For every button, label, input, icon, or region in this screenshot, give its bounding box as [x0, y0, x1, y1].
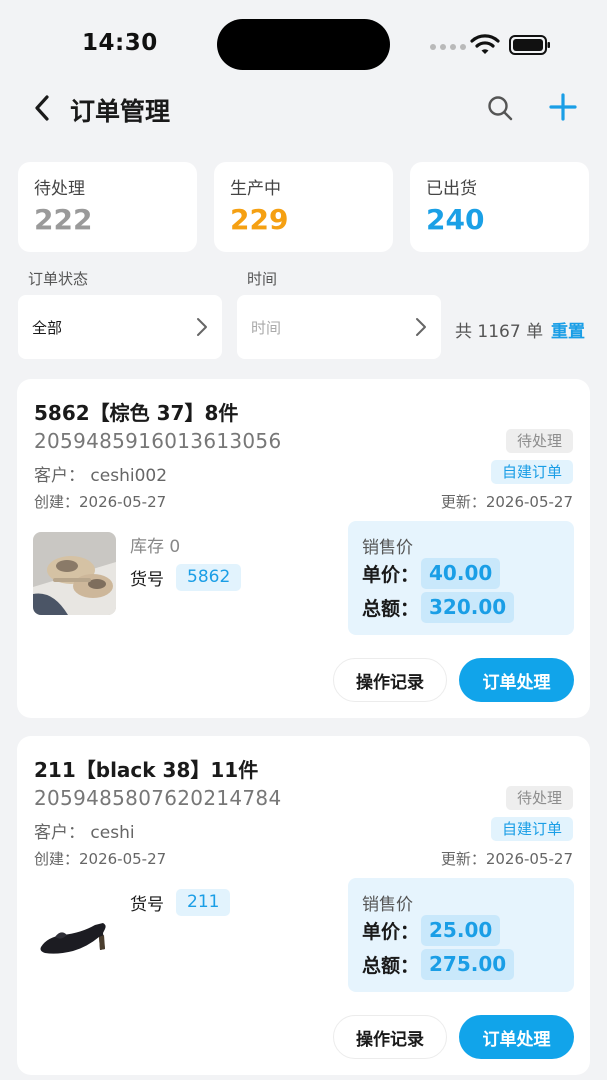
customer-name: 客户： ceshi	[34, 823, 135, 843]
unit-price-label: 单价：	[362, 564, 420, 586]
unit-price-value: 25.00	[421, 915, 501, 946]
product-thumbnail[interactable]	[33, 889, 116, 972]
order-number: 2059485807620214784	[34, 786, 282, 810]
price-panel: 销售价 单价： 40.00 总额： 320.00	[348, 521, 574, 635]
summary-label: 待处理	[34, 179, 85, 199]
summary-card-shipped[interactable]: 已出货 240	[410, 162, 589, 252]
operation-log-button[interactable]: 操作记录	[333, 658, 447, 702]
cellular-signal-icon	[430, 44, 466, 50]
created-date: 创建：2026-05-27	[34, 850, 167, 868]
time-filter-select[interactable]: 时间	[237, 295, 441, 359]
summary-value: 229	[230, 203, 289, 236]
summary-label: 生产中	[230, 179, 281, 199]
order-count: 共 1167 单	[455, 322, 544, 342]
chevron-right-icon	[416, 318, 426, 336]
sku-label: 货号	[130, 895, 164, 915]
summary-value: 240	[426, 203, 485, 236]
created-date: 创建：2026-05-27	[34, 493, 167, 511]
status-bar: 14:30	[0, 0, 607, 88]
updated-date: 更新：2026-05-27	[440, 493, 573, 511]
nav-bar: 订单管理	[0, 88, 607, 130]
order-number: 2059485916013613056	[34, 429, 282, 453]
summary-card-pending[interactable]: 待处理 222	[18, 162, 197, 252]
sku-row: 货号 5862	[130, 564, 242, 591]
time-filter-placeholder: 时间	[251, 319, 282, 337]
page-title: 订单管理	[70, 97, 171, 126]
customer-name: 客户： ceshi002	[34, 466, 168, 486]
total-price-row: 总额： 275.00	[362, 949, 515, 980]
unit-price-value: 40.00	[421, 558, 501, 589]
summary-cards: 待处理 222 生产中 229 已出货 240	[18, 162, 589, 252]
process-order-button[interactable]: 订单处理	[459, 658, 574, 702]
status-filter-value: 全部	[32, 319, 63, 337]
total-value: 275.00	[421, 949, 515, 980]
total-price-row: 总额： 320.00	[362, 592, 515, 623]
process-order-button[interactable]: 订单处理	[459, 1015, 574, 1059]
total-label: 总额：	[362, 598, 420, 620]
sale-price-label: 销售价	[362, 895, 413, 915]
summary-label: 已出货	[426, 179, 477, 199]
reset-button[interactable]: 重置	[551, 317, 585, 342]
order-card[interactable]: 5862【棕色 37】8件 2059485916013613056 待处理 自建…	[17, 379, 590, 718]
back-arrow-icon[interactable]	[30, 92, 54, 124]
total-value: 320.00	[421, 592, 515, 623]
unit-price-row: 单价： 40.00	[362, 558, 501, 589]
summary-card-in-production[interactable]: 生产中 229	[214, 162, 393, 252]
stock-text: 库存 0	[130, 537, 181, 557]
sku-value: 5862	[176, 564, 242, 591]
unit-price-label: 单价：	[362, 921, 420, 943]
product-thumbnail[interactable]	[33, 532, 116, 615]
wifi-icon	[470, 34, 500, 54]
order-type-badge: 自建订单	[490, 817, 573, 841]
dynamic-island	[217, 19, 390, 70]
battery-icon	[509, 35, 550, 55]
sale-price-label: 销售价	[362, 538, 413, 558]
time-filter-label: 时间	[247, 270, 278, 288]
order-type-badge: 自建订单	[490, 460, 573, 484]
updated-date: 更新：2026-05-27	[440, 850, 573, 868]
status-filter-label: 订单状态	[28, 270, 89, 288]
status-time: 14:30	[82, 30, 158, 56]
chevron-right-icon	[197, 318, 207, 336]
status-badge: 待处理	[505, 429, 573, 453]
total-label: 总额：	[362, 955, 420, 977]
order-title: 211【black 38】11件	[34, 758, 259, 782]
unit-price-row: 单价： 25.00	[362, 915, 501, 946]
order-title: 5862【棕色 37】8件	[34, 401, 239, 425]
sku-value: 211	[176, 889, 231, 916]
sku-label: 货号	[130, 570, 164, 590]
status-filter-select[interactable]: 全部	[18, 295, 222, 359]
price-panel: 销售价 单价： 25.00 总额： 275.00	[348, 878, 574, 992]
order-card[interactable]: 211【black 38】11件 2059485807620214784 待处理…	[17, 736, 590, 1075]
status-badge: 待处理	[505, 786, 573, 810]
sku-row: 货号 211	[130, 889, 231, 916]
add-icon[interactable]	[548, 92, 578, 122]
operation-log-button[interactable]: 操作记录	[333, 1015, 447, 1059]
search-icon[interactable]	[486, 94, 514, 122]
summary-value: 222	[34, 203, 93, 236]
